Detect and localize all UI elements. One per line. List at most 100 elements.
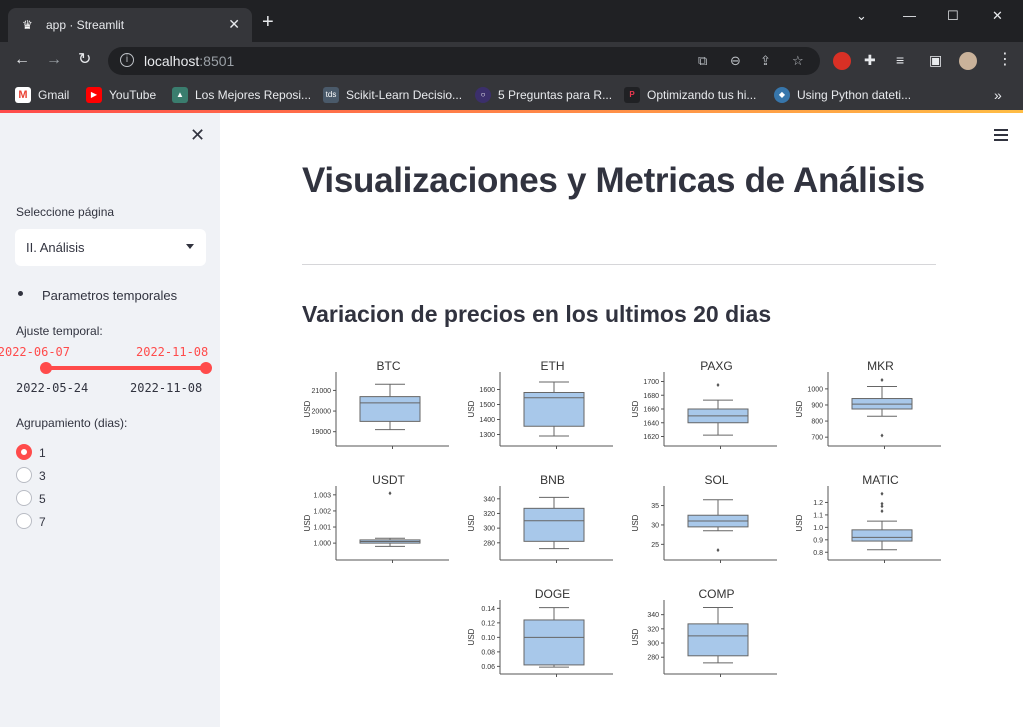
tds-icon: tds — [323, 87, 339, 103]
bookmark-star-icon[interactable]: ☆ — [792, 53, 804, 69]
boxplot-panel: MKR USD 700 800 900 1000 — [795, 359, 941, 449]
side-panel-icon[interactable]: ▣ — [929, 51, 942, 69]
zoom-icon[interactable]: ⊖ — [730, 53, 741, 69]
radio-option-3[interactable] — [16, 467, 32, 483]
slider-thumb-end[interactable] — [200, 362, 212, 374]
outlier-point — [880, 501, 884, 506]
bookmark-preguntas[interactable]: ○ 5 Preguntas para R... — [475, 86, 612, 104]
bookmark-label: 5 Preguntas para R... — [498, 88, 613, 102]
radio-option-7[interactable] — [16, 513, 32, 529]
browser-toolbar: ← → ↻ i localhost:8501 ⧉ ⊖ ⇪ ☆ ✚ ≡ ▣ ⋮ — [0, 42, 1023, 80]
bookmark-youtube[interactable]: ▶ YouTube — [86, 86, 156, 104]
bookmark-label: Los Mejores Reposi... — [195, 88, 312, 102]
extensions-puzzle-icon[interactable]: ✚ — [864, 51, 876, 69]
y-tick-label: 1620 — [643, 434, 659, 441]
y-tick-label: 0.10 — [481, 635, 495, 642]
y-tick-label: 1.001 — [313, 525, 331, 532]
radio-option-5[interactable] — [16, 490, 32, 506]
radio-option-1[interactable] — [16, 444, 32, 460]
box-iqr — [523, 507, 585, 542]
bookmark-label: Optimizando tus hi... — [647, 88, 757, 102]
adblock-extension-icon[interactable] — [833, 52, 851, 70]
bookmark-repos[interactable]: ▲ Los Mejores Reposi... — [172, 86, 311, 104]
hamburger-menu-icon[interactable] — [994, 129, 1008, 144]
panel-title: PAXG — [700, 359, 732, 373]
youtube-icon: ▶ — [86, 87, 102, 103]
y-tick-label: 0.08 — [481, 649, 495, 656]
bookmark-label: Gmail — [38, 88, 70, 102]
profile-avatar[interactable] — [959, 52, 977, 70]
y-tick-label: 0.8 — [813, 550, 823, 557]
y-tick-label: 900 — [811, 402, 823, 409]
box-iqr — [359, 396, 421, 422]
y-tick-label: 0.14 — [481, 606, 495, 613]
y-tick-label: 280 — [647, 655, 659, 662]
radio-option-label: 5 — [39, 492, 46, 506]
page-select[interactable]: II. Análisis — [15, 229, 206, 266]
bullet-icon — [18, 291, 23, 296]
panel-title: COMP — [699, 587, 735, 601]
slider-min-label: 2022-05-24 — [16, 381, 89, 395]
outlier-point — [880, 491, 884, 496]
tab-search-icon[interactable]: ⌄ — [856, 8, 867, 24]
outlier-point — [880, 378, 884, 383]
y-tick-label: 1700 — [643, 379, 659, 386]
boxplot-panel: DOGE USD 0.06 0.08 0.10 0.12 0.14 — [467, 587, 613, 677]
optimizando-icon: P — [624, 87, 640, 103]
y-tick-label: 700 — [811, 435, 823, 442]
y-tick-label: 20000 — [312, 409, 332, 416]
mejores-repos-icon: ▲ — [172, 87, 188, 103]
boxplot-panel: BTCUSD190002000021000 — [303, 359, 449, 449]
browser-menu-icon[interactable]: ⋮ — [997, 51, 1013, 69]
back-icon[interactable]: ← — [14, 51, 30, 69]
y-tick-label: 21000 — [312, 388, 332, 395]
y-tick-label: 0.06 — [481, 664, 495, 671]
boxplot-panel: PAXG USD 1620 1640 1660 1680 1700 — [631, 359, 777, 449]
preguntas-icon: ○ — [475, 87, 491, 103]
close-sidebar-icon[interactable]: ✕ — [190, 125, 205, 146]
boxplot-panel: BNB USD 280 300 320 340 — [467, 473, 613, 563]
y-tick-label: 320 — [647, 626, 659, 633]
site-info-icon[interactable]: i — [120, 53, 134, 67]
y-tick-label: 25 — [651, 542, 659, 549]
y-tick-label: 1680 — [643, 393, 659, 400]
forward-icon[interactable]: → — [46, 51, 62, 69]
tab-close-icon[interactable]: ✕ — [228, 16, 240, 33]
maximize-icon[interactable]: ☐ — [947, 8, 959, 24]
python-icon: ◆ — [774, 87, 790, 103]
reload-icon[interactable]: ↻ — [78, 51, 91, 69]
slider-thumb-start[interactable] — [39, 362, 52, 374]
close-window-icon[interactable]: ✕ — [992, 8, 1003, 24]
page-select-value: II. Análisis — [26, 240, 85, 255]
y-tick-label: 300 — [483, 526, 495, 533]
bookmark-python[interactable]: ◆ Using Python dateti... — [774, 86, 911, 104]
radio-option-label: 1 — [39, 446, 46, 460]
panel-title: ETH — [541, 359, 565, 373]
address-bar[interactable]: i localhost:8501 ⧉ ⊖ ⇪ ☆ — [108, 47, 820, 75]
slider-track[interactable] — [45, 366, 206, 370]
share-icon[interactable]: ⇪ — [760, 53, 771, 69]
slider-value-end: 2022-11-08 — [136, 345, 209, 359]
section-bullet-text: Parametros temporales — [42, 288, 178, 303]
boxplot-panel: USDT USD 1.000 1.001 1.002 1.003 — [303, 473, 449, 563]
bookmark-optimizando[interactable]: P Optimizando tus hi... — [624, 86, 756, 104]
panel-title: BTC — [377, 359, 401, 373]
y-tick-label: 280 — [483, 540, 495, 547]
radio-group-label: Agrupamiento (dias): — [16, 416, 128, 430]
boxplot-panel: MATIC USD 0.8 0.9 1.0 1.1 1.2 — [795, 473, 941, 563]
y-tick-label: 320 — [483, 511, 495, 518]
y-tick-label: 1500 — [479, 402, 495, 409]
url-port: :8501 — [199, 53, 235, 69]
bookmark-gmail[interactable]: M Gmail — [15, 86, 69, 104]
y-tick-label: 1.1 — [813, 512, 823, 519]
more-bookmarks-icon[interactable]: » — [994, 86, 1002, 104]
y-axis-label: USD — [467, 628, 476, 645]
bookmark-label: Using Python dateti... — [797, 88, 912, 102]
browser-tab[interactable]: ♛ app · Streamlit ✕ — [8, 8, 252, 42]
media-control-icon[interactable]: ≡ — [896, 51, 904, 69]
minimize-icon[interactable]: — — [903, 8, 916, 23]
bookmark-scikit[interactable]: tds Scikit-Learn Decisio... — [323, 86, 462, 104]
new-tab-icon[interactable]: + — [262, 12, 274, 32]
translate-icon[interactable]: ⧉ — [698, 53, 707, 69]
boxplot-panel: ETH USD 1300 1400 1500 1600 — [467, 359, 613, 449]
